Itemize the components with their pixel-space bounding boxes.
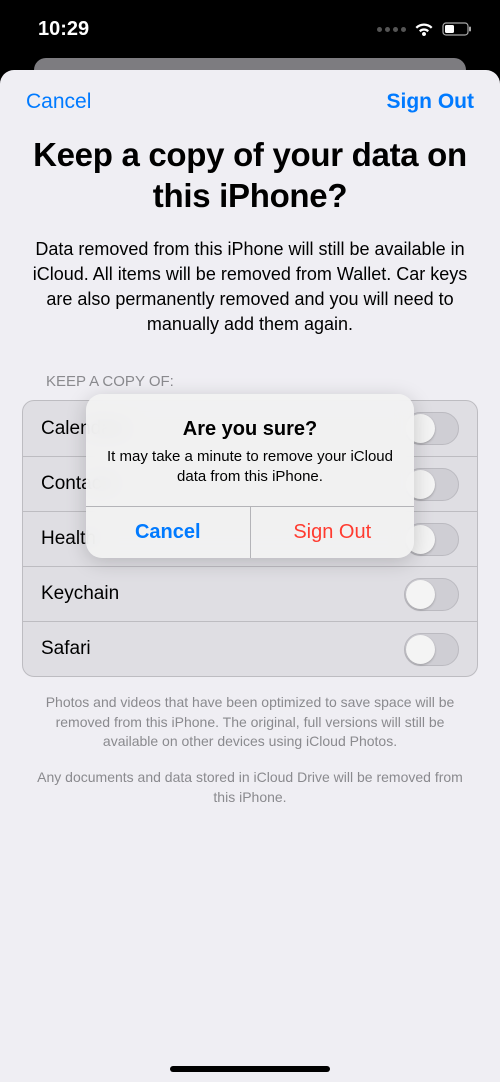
alert-message: It may take a minute to remove your iClo… <box>104 447 396 488</box>
confirm-alert: Are you sure? It may take a minute to re… <box>86 394 414 558</box>
alert-cancel-button[interactable]: Cancel <box>86 507 251 558</box>
alert-backdrop: Are you sure? It may take a minute to re… <box>0 0 500 1082</box>
alert-sign-out-button[interactable]: Sign Out <box>251 507 415 558</box>
alert-body: Are you sure? It may take a minute to re… <box>86 394 414 506</box>
alert-actions: Cancel Sign Out <box>86 506 414 558</box>
alert-title: Are you sure? <box>104 418 396 441</box>
home-indicator[interactable] <box>170 1066 330 1072</box>
